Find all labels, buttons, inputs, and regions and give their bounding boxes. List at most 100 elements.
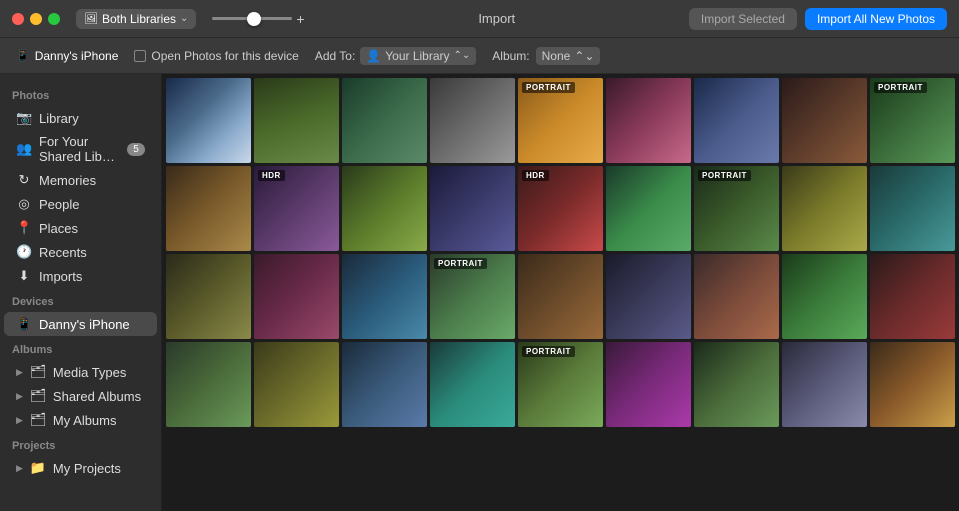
- photo-cell[interactable]: [254, 342, 339, 427]
- photo-cell[interactable]: [342, 254, 427, 339]
- photo-badge: PORTRAIT: [522, 82, 575, 93]
- device-bar: 📱 Danny's iPhone Open Photos for this de…: [0, 38, 959, 74]
- sidebar-group-shared-albums[interactable]: ▶ 🗂 Shared Albums: [4, 384, 157, 408]
- zoom-plus-icon[interactable]: +: [296, 11, 304, 27]
- my-albums-icon: 🗂: [30, 412, 46, 428]
- shared-badge: 5: [127, 143, 145, 156]
- photo-cell[interactable]: [870, 254, 955, 339]
- my-projects-icon: 📁: [30, 460, 46, 476]
- my-projects-label: My Projects: [53, 461, 145, 476]
- sidebar-item-library[interactable]: 📷 Library: [4, 106, 157, 130]
- minimize-button[interactable]: [30, 13, 42, 25]
- photo-cell[interactable]: [430, 78, 515, 163]
- zoom-slider-area: +: [212, 11, 304, 27]
- photo-cell[interactable]: [606, 78, 691, 163]
- photo-cell[interactable]: [166, 166, 251, 251]
- sidebar-item-places[interactable]: 📍 Places: [4, 216, 157, 240]
- photo-cell[interactable]: PORTRAIT: [870, 78, 955, 163]
- open-photos-area[interactable]: Open Photos for this device: [134, 49, 298, 63]
- sidebar-group-my-albums[interactable]: ▶ 🗂 My Albums: [4, 408, 157, 432]
- sidebar-item-memories[interactable]: ↻ Memories: [4, 168, 157, 192]
- zoom-slider-track[interactable]: [212, 17, 292, 20]
- open-photos-label: Open Photos for this device: [151, 49, 298, 63]
- person-icon: 👤: [366, 49, 381, 63]
- shared-albums-chevron: ▶: [16, 391, 23, 402]
- recents-icon: 🕐: [16, 244, 32, 260]
- photo-cell[interactable]: [782, 342, 867, 427]
- photo-cell[interactable]: [342, 166, 427, 251]
- maximize-button[interactable]: [48, 13, 60, 25]
- photo-cell[interactable]: [166, 342, 251, 427]
- sidebar-group-media-types[interactable]: ▶ 🗂 Media Types: [4, 360, 157, 384]
- close-button[interactable]: [12, 13, 24, 25]
- photo-cell[interactable]: PORTRAIT: [694, 166, 779, 251]
- photo-cell[interactable]: [694, 342, 779, 427]
- photo-cell[interactable]: [166, 254, 251, 339]
- photo-badge: PORTRAIT: [434, 258, 487, 269]
- library-switcher-label: Both Libraries: [102, 12, 176, 26]
- photo-cell[interactable]: [782, 78, 867, 163]
- open-photos-checkbox[interactable]: [134, 50, 146, 62]
- shared-albums-icon: 🗂: [30, 388, 46, 404]
- photo-cell[interactable]: [430, 166, 515, 251]
- photo-cell[interactable]: [782, 166, 867, 251]
- photo-cell[interactable]: HDR: [518, 166, 603, 251]
- photo-cell[interactable]: [166, 78, 251, 163]
- people-label: People: [39, 197, 145, 212]
- library-switcher-arrows: ⌄: [180, 13, 188, 24]
- photo-cell[interactable]: [606, 254, 691, 339]
- device-tab[interactable]: 📱 Danny's iPhone: [16, 49, 118, 63]
- album-value: None: [542, 49, 571, 63]
- sidebar-item-people[interactable]: ◎ People: [4, 192, 157, 216]
- photo-cell[interactable]: [782, 254, 867, 339]
- photo-cell[interactable]: [606, 166, 691, 251]
- shared-albums-label: Shared Albums: [53, 389, 145, 404]
- photo-cell[interactable]: PORTRAIT: [518, 342, 603, 427]
- photo-cell[interactable]: [870, 342, 955, 427]
- devices-section-label: Devices: [0, 288, 161, 312]
- photo-cell[interactable]: [254, 254, 339, 339]
- photo-cell[interactable]: [694, 254, 779, 339]
- photo-cell[interactable]: [254, 78, 339, 163]
- imports-icon: ⬇: [16, 268, 32, 284]
- sidebar-item-recents[interactable]: 🕐 Recents: [4, 240, 157, 264]
- sidebar-item-imports[interactable]: ⬇ Imports: [4, 264, 157, 288]
- sidebar-item-iphone[interactable]: 📱 Danny's iPhone: [4, 312, 157, 336]
- photo-badge: PORTRAIT: [522, 346, 575, 357]
- photo-cell[interactable]: [342, 78, 427, 163]
- imports-label: Imports: [39, 269, 145, 284]
- photos-section-label: Photos: [0, 82, 161, 106]
- photo-cell[interactable]: [694, 78, 779, 163]
- photo-cell[interactable]: PORTRAIT: [518, 78, 603, 163]
- photo-cell[interactable]: [870, 166, 955, 251]
- sidebar-item-shared[interactable]: 👥 For Your Shared Lib… 5: [4, 130, 157, 168]
- import-selected-button[interactable]: Import Selected: [689, 8, 797, 30]
- sidebar-group-my-projects[interactable]: ▶ 📁 My Projects: [4, 456, 157, 480]
- zoom-slider-thumb[interactable]: [247, 12, 261, 26]
- photo-cell[interactable]: HDR: [254, 166, 339, 251]
- media-types-label: Media Types: [53, 365, 145, 380]
- people-icon: ◎: [16, 196, 32, 212]
- import-all-button[interactable]: Import All New Photos: [805, 8, 947, 30]
- iphone-label: Danny's iPhone: [39, 317, 145, 332]
- places-icon: 📍: [16, 220, 32, 236]
- photo-cell[interactable]: [342, 342, 427, 427]
- your-library-select[interactable]: 👤 Your Library ⌃⌄: [360, 47, 476, 65]
- projects-section-label: Projects: [0, 432, 161, 456]
- titlebar: 🖼 Both Libraries ⌄ + Import Import Selec…: [0, 0, 959, 38]
- photo-cell[interactable]: PORTRAIT: [430, 254, 515, 339]
- photo-content: PORTRAIT PORTRAIT HDR HDR PORTRAIT PORTRAIT PO…: [162, 74, 959, 511]
- photo-cell[interactable]: [430, 342, 515, 427]
- album-area: Album: None ⌃⌄: [492, 47, 600, 65]
- import-label: Import: [478, 11, 515, 26]
- media-types-chevron: ▶: [16, 367, 23, 378]
- album-dropdown-icon: ⌃⌄: [574, 49, 594, 63]
- memories-icon: ↻: [16, 172, 32, 188]
- library-switcher[interactable]: 🖼 Both Libraries ⌄: [76, 9, 196, 29]
- photo-cell[interactable]: [518, 254, 603, 339]
- my-albums-label: My Albums: [53, 413, 145, 428]
- photo-cell[interactable]: [606, 342, 691, 427]
- album-label: Album:: [492, 49, 529, 63]
- album-dropdown[interactable]: None ⌃⌄: [536, 47, 601, 65]
- my-albums-chevron: ▶: [16, 415, 23, 426]
